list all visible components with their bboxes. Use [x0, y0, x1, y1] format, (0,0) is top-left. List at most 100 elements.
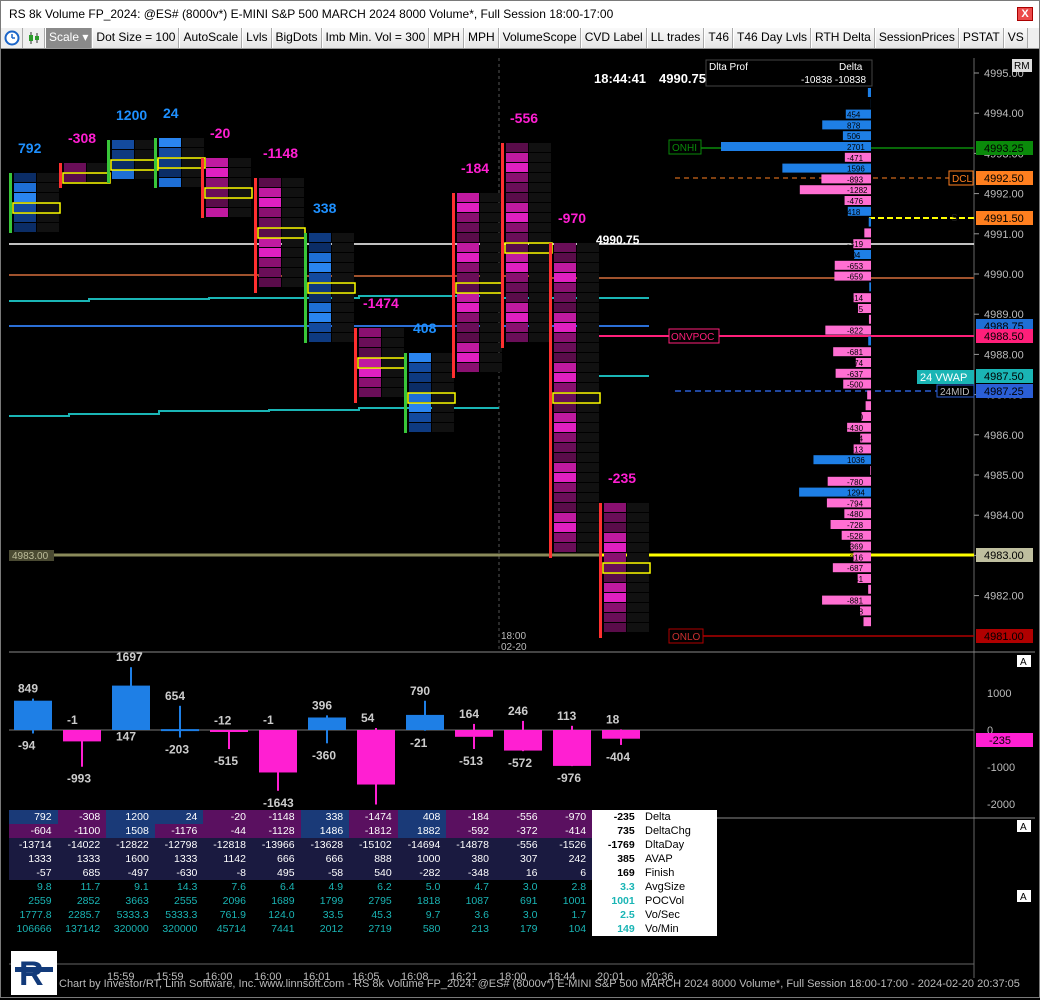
profile-bar — [864, 617, 871, 626]
clock-icon[interactable] — [1, 28, 23, 48]
bigdots-button[interactable]: BigDots — [272, 28, 322, 48]
bar-range-marker — [9, 173, 12, 233]
delta-low-label: -513 — [459, 754, 483, 768]
table-cell: 179 — [495, 922, 544, 936]
delta-label: Delta — [839, 62, 863, 73]
footprint-cell — [604, 573, 626, 582]
table-cell: -44 — [203, 824, 252, 838]
footprint-cell — [309, 273, 331, 282]
footprint-cell — [432, 373, 454, 382]
table-cell: 3663 — [106, 894, 155, 908]
profile-bar — [869, 218, 871, 227]
profile-value: -37 — [847, 316, 859, 325]
footprint-cell — [506, 143, 528, 152]
bar-range-marker — [107, 140, 110, 183]
t46-day-lvls-button[interactable]: T46 Day Lvls — [733, 28, 811, 48]
table-cell: 1508 — [106, 824, 155, 838]
table-cell: 2.8 — [544, 880, 593, 894]
mph-button-2[interactable]: MPH — [464, 28, 499, 48]
cvd-label-button[interactable]: CVD Label — [581, 28, 647, 48]
profile-value: -241 — [847, 575, 864, 584]
footprint-cell — [282, 258, 304, 267]
autoscale-button[interactable]: AutoScale — [179, 28, 242, 48]
profile-bar — [869, 315, 871, 324]
footprint-cell — [554, 383, 576, 392]
delta-low-label: -203 — [165, 743, 189, 757]
footprint-cell — [332, 313, 354, 322]
footprint-cell — [506, 273, 528, 282]
footprint-cell — [480, 203, 502, 212]
profile-value: 1294 — [847, 489, 865, 498]
table-cell: 5333.3 — [106, 908, 155, 922]
pstat-button[interactable]: PSTAT — [959, 28, 1004, 48]
footprint-cell — [506, 313, 528, 322]
footprint-cell — [457, 213, 479, 222]
footprint-cell — [259, 238, 281, 247]
footprint-cell — [480, 303, 502, 312]
bar-delta-label: -308 — [68, 130, 96, 146]
footprint-cell — [87, 163, 109, 172]
t46-button[interactable]: T46 — [704, 28, 733, 48]
footprint-cell — [282, 248, 304, 257]
footprint-cell — [112, 160, 134, 169]
footprint-cell — [529, 223, 551, 232]
title-bar: RS 8k Volume FP_2024: @ES# (8000v*) E-MI… — [1, 1, 1039, 28]
price-level-label: 4981.00 — [984, 631, 1024, 643]
bar-range-marker — [501, 143, 504, 348]
vs-button[interactable]: VS — [1004, 28, 1028, 48]
footprint-cell — [577, 333, 599, 342]
mph-button-1[interactable]: MPH — [429, 28, 464, 48]
rth-delta-button[interactable]: RTH Delta — [811, 28, 875, 48]
footprint-cell — [506, 203, 528, 212]
profile-value: 418 — [847, 208, 861, 217]
ll-trades-button[interactable]: LL trades — [647, 28, 705, 48]
table-cell: -1474 — [349, 810, 398, 824]
footprint-cell — [506, 233, 528, 242]
footprint-cell — [282, 238, 304, 247]
imb-min-vol-button[interactable]: Imb Min. Vol = 300 — [322, 28, 430, 48]
footprint-cell — [159, 138, 181, 147]
footprint-cell — [604, 513, 626, 522]
sessionprices-button[interactable]: SessionPrices — [875, 28, 959, 48]
footprint-cell — [506, 213, 528, 222]
delta-high-label: -1 — [67, 713, 78, 727]
footprint-cell — [577, 393, 599, 402]
footprint-cell — [577, 353, 599, 362]
onhi-label: ONHI — [672, 143, 697, 154]
footprint-cell — [480, 343, 502, 352]
candlestick-icon[interactable] — [23, 28, 45, 48]
table-cell: 320000 — [155, 922, 204, 936]
price-tick-label: 4994.00 — [984, 108, 1024, 120]
s-label: S — [951, 213, 958, 224]
footprint-cell — [432, 403, 454, 412]
footprint-cell — [480, 263, 502, 272]
price-level-label: 4987.25 — [984, 386, 1024, 398]
dot-size-button[interactable]: Dot Size = 100 — [92, 28, 179, 48]
delta-histogram-panel: 10000-1000-2000849-94-1-9931697147654-20… — [9, 650, 1033, 823]
footprint-cell — [554, 493, 576, 502]
footprint-cell — [457, 253, 479, 262]
profile-value: -822 — [847, 327, 864, 336]
footprint-cell — [259, 258, 281, 267]
table-cell: 1799 — [301, 894, 350, 908]
table-cell: -970 — [544, 810, 593, 824]
footprint-cell — [457, 313, 479, 322]
footprint-cell — [14, 203, 36, 212]
footprint-cell — [382, 328, 404, 337]
lvls-button[interactable]: Lvls — [242, 28, 271, 48]
panel-a-label-1: A — [1020, 657, 1027, 668]
footprint-cell — [37, 193, 59, 202]
close-button[interactable]: X — [1017, 7, 1033, 21]
scale-button[interactable]: Scale ▾ — [45, 28, 92, 48]
delta-stats-table: 792-308120024-20-1148338-1474408-184-556… — [9, 810, 641, 880]
footprint-cell — [529, 263, 551, 272]
volumescope-button[interactable]: VolumeScope — [499, 28, 581, 48]
footprint-cell — [309, 263, 331, 272]
footprint-cell — [604, 603, 626, 612]
footprint-cell — [382, 338, 404, 347]
footprint-cell — [480, 293, 502, 302]
footprint-cell — [554, 353, 576, 362]
delta-low-label: -21 — [410, 736, 428, 750]
footprint-cell — [480, 233, 502, 242]
footprint-cell — [554, 523, 576, 532]
